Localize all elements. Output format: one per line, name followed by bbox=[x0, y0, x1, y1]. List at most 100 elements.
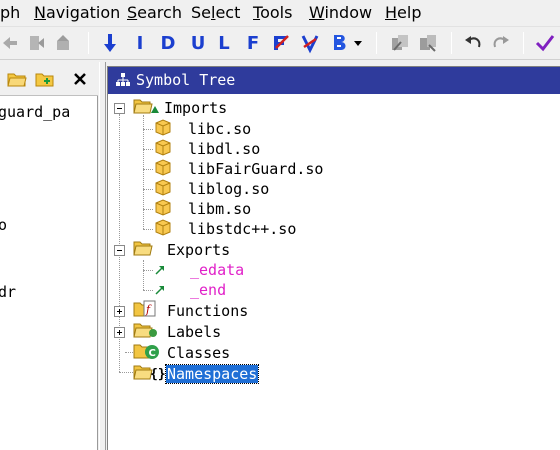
symbol-tree-panel: Symbol Tree Imports libc.so libdl.so lib… bbox=[107, 66, 560, 450]
previous-function-icon[interactable] bbox=[0, 32, 22, 54]
left-panel-toolbar bbox=[0, 62, 98, 96]
left-tree-item[interactable]: dr bbox=[0, 283, 16, 301]
next-instruction-icon[interactable] bbox=[52, 32, 74, 54]
imports-expander[interactable] bbox=[114, 103, 125, 114]
export-item[interactable]: _end bbox=[154, 280, 226, 300]
menu-tools-label: ools bbox=[260, 3, 293, 22]
tree-connector bbox=[143, 189, 153, 190]
toolbar-separator bbox=[523, 32, 524, 54]
classes-folder-icon: C bbox=[133, 342, 161, 364]
undo-icon[interactable] bbox=[462, 32, 484, 54]
left-tree-item[interactable]: guard_pa bbox=[0, 103, 70, 121]
menu-navigation-mnemonic: N bbox=[34, 3, 46, 22]
symbol-tree-title: Symbol Tree bbox=[136, 71, 236, 89]
next-function-button[interactable]: F bbox=[242, 32, 264, 54]
left-tree-item[interactable]: o bbox=[0, 216, 7, 234]
tree-connector bbox=[143, 260, 144, 290]
import-item[interactable]: liblog.so bbox=[154, 179, 269, 199]
import-item[interactable]: libc.so bbox=[154, 119, 251, 139]
library-icon bbox=[154, 158, 172, 180]
export-item-label: _end bbox=[190, 281, 227, 299]
next-defined-data-button[interactable]: D bbox=[157, 32, 179, 54]
import-item[interactable]: libFairGuard.so bbox=[154, 159, 323, 179]
export-item[interactable]: _edata bbox=[154, 260, 244, 280]
next-defined-data-letter: D bbox=[160, 32, 176, 54]
labels-label: Labels bbox=[167, 323, 222, 341]
tree-connector bbox=[143, 169, 153, 170]
program-differences-icon[interactable] bbox=[417, 32, 439, 54]
library-icon bbox=[154, 218, 172, 240]
import-item-label: libFairGuard.so bbox=[188, 160, 324, 178]
export-arrow-icon bbox=[154, 261, 166, 280]
menu-window-label: indow bbox=[324, 3, 373, 22]
menu-graph[interactable]: ph bbox=[0, 3, 20, 22]
classes-label: Classes bbox=[167, 344, 231, 362]
redo-icon[interactable] bbox=[490, 32, 512, 54]
functions-node[interactable]: f Functions bbox=[133, 300, 249, 321]
menu-tools-mnemonic: T bbox=[253, 3, 261, 22]
next-instruction-letter: I bbox=[136, 32, 144, 54]
tree-connector bbox=[119, 372, 133, 373]
next-instruction-button[interactable]: I bbox=[129, 32, 151, 54]
menu-navigation[interactable]: Navigation bbox=[34, 3, 120, 22]
menu-window-mnemonic: W bbox=[309, 3, 325, 22]
namespaces-node[interactable]: {} Namespaces bbox=[133, 363, 260, 385]
import-item-label: libstdc++.so bbox=[188, 220, 297, 238]
import-item[interactable]: libstdc++.so bbox=[154, 219, 296, 239]
menu-help[interactable]: Help bbox=[385, 3, 421, 22]
tree-connector bbox=[143, 129, 153, 130]
functions-expander[interactable] bbox=[114, 306, 125, 317]
next-undefined-letter: U bbox=[190, 32, 206, 54]
close-icon[interactable] bbox=[69, 68, 91, 90]
exports-folder-icon bbox=[133, 239, 153, 261]
namespaces-folder-icon: {} bbox=[133, 363, 166, 385]
export-item-label: _edata bbox=[190, 261, 245, 279]
next-bookmark-icon[interactable] bbox=[329, 32, 351, 54]
import-item[interactable]: libm.so bbox=[154, 199, 251, 219]
tree-connector bbox=[143, 115, 144, 229]
menu-bar: ph Navigation Search Select Tools Window… bbox=[0, 0, 560, 25]
folder-add-icon[interactable] bbox=[34, 68, 56, 90]
menu-window[interactable]: Window bbox=[309, 3, 372, 22]
functions-label: Functions bbox=[167, 302, 249, 320]
labels-expander[interactable] bbox=[114, 327, 125, 338]
import-item[interactable]: libdl.so bbox=[154, 139, 260, 159]
next-data-icon[interactable] bbox=[26, 32, 48, 54]
menu-help-mnemonic: H bbox=[385, 3, 398, 22]
labels-folder-icon bbox=[133, 321, 159, 343]
exports-node[interactable]: Exports bbox=[133, 240, 230, 260]
next-label-button[interactable]: L bbox=[213, 32, 235, 54]
menu-search[interactable]: Search bbox=[127, 3, 182, 22]
panel-splitter[interactable] bbox=[99, 62, 106, 450]
program-trees-panel: guard_pa o dr bbox=[0, 62, 98, 450]
import-item-label: liblog.so bbox=[188, 180, 270, 198]
bookmark-dropdown-icon[interactable] bbox=[351, 32, 365, 54]
menu-help-label: elp bbox=[397, 3, 422, 22]
labels-node[interactable]: Labels bbox=[133, 322, 221, 342]
next-undefined-button[interactable]: U bbox=[187, 32, 209, 54]
imports-node[interactable]: Imports bbox=[133, 98, 227, 118]
menu-tools[interactable]: Tools bbox=[253, 3, 292, 22]
namespaces-label: Namespaces bbox=[164, 364, 260, 384]
tree-connector bbox=[143, 209, 153, 210]
main-toolbar: I D U L F bbox=[0, 26, 560, 60]
tree-connector bbox=[143, 149, 153, 150]
import-item-label: libc.so bbox=[188, 120, 252, 138]
menu-select-pre: Se bbox=[191, 3, 211, 22]
toolbar-separator bbox=[451, 32, 452, 54]
imports-folder-icon bbox=[133, 97, 161, 119]
import-item-label: libm.so bbox=[188, 200, 252, 218]
tree-connector bbox=[143, 270, 153, 271]
open-folder-icon[interactable] bbox=[6, 68, 28, 90]
checkmark-icon[interactable] bbox=[534, 32, 556, 54]
next-different-value-icon[interactable] bbox=[299, 32, 321, 54]
library-icon bbox=[154, 118, 172, 140]
next-non-function-icon[interactable] bbox=[270, 32, 292, 54]
symbol-tree-titlebar[interactable]: Symbol Tree bbox=[108, 67, 560, 94]
analysis-icon[interactable] bbox=[389, 32, 411, 54]
menu-select[interactable]: Select bbox=[191, 3, 240, 22]
tree-connector bbox=[143, 290, 153, 291]
down-arrow-icon[interactable] bbox=[99, 32, 121, 54]
classes-node[interactable]: C Classes bbox=[133, 343, 230, 363]
exports-expander[interactable] bbox=[114, 245, 125, 256]
